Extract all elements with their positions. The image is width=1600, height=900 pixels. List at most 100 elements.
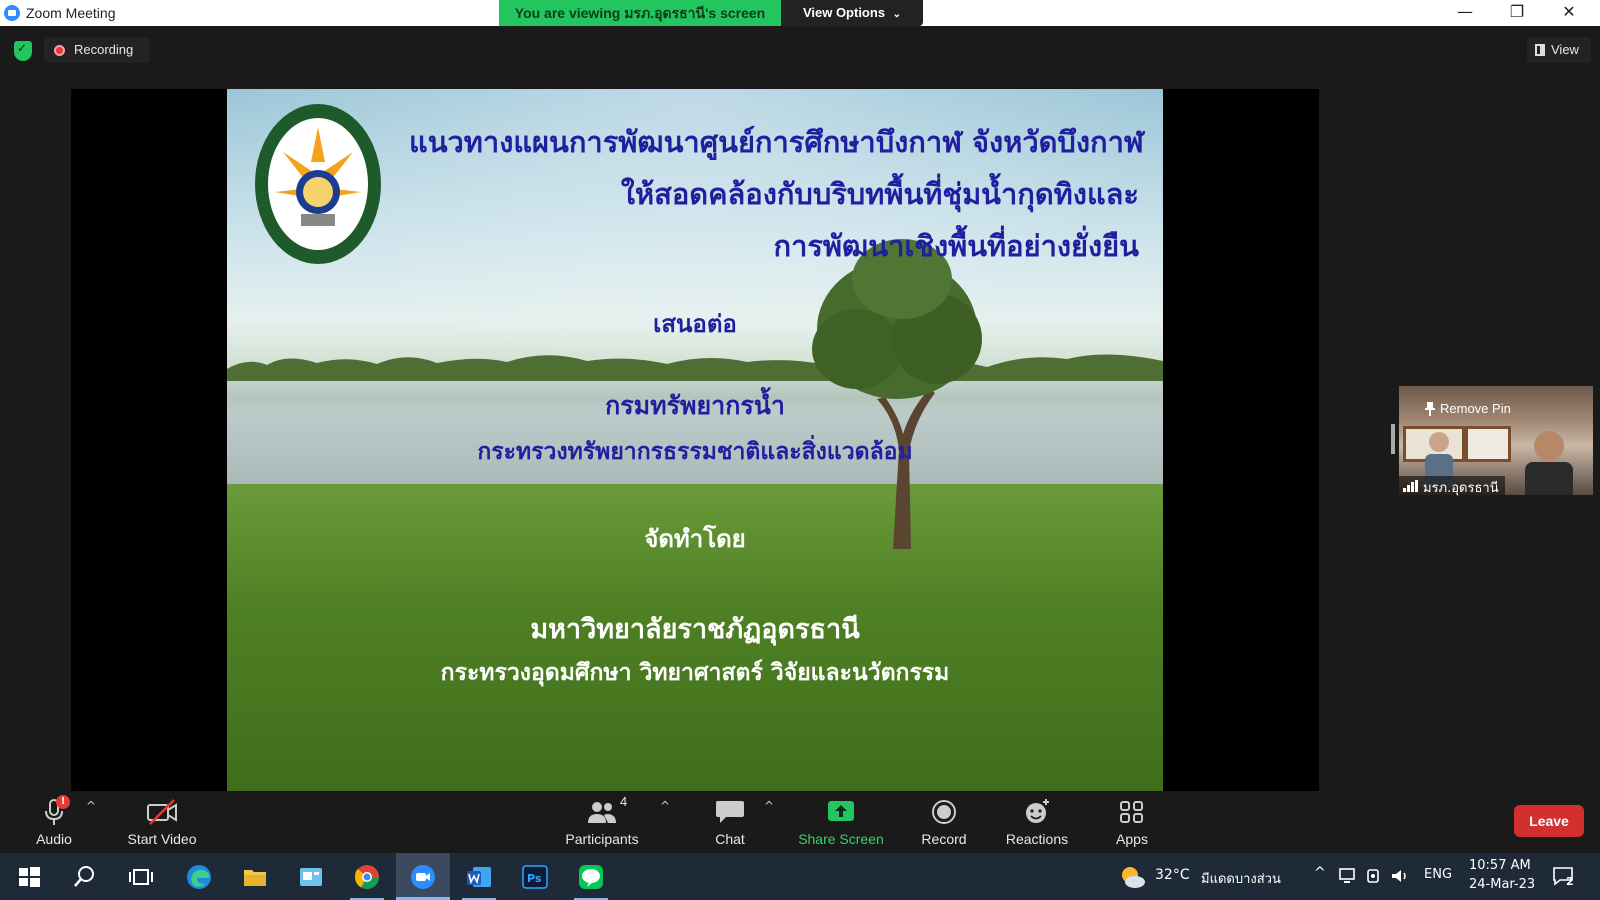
slide-ministry-environment: กระทรวงทรัพยากรธรรมชาติและสิ่งแวดล้อม [477,438,913,465]
title-bar: Zoom Meeting You are viewing มรภ.อุดรธาน… [0,0,1600,26]
notification-count: 2 [1566,875,1574,888]
view-label: View [1551,42,1579,57]
apps-label: Apps [1116,831,1148,847]
network-icon[interactable] [1338,867,1358,885]
slide-prepared-by: จัดทำโดย [644,524,746,553]
input-language[interactable]: ENG [1424,867,1452,882]
chevron-down-icon: ⌄ [892,9,902,20]
slide-university: มหาวิทยาลัยราชภัฏอุดรธานี [530,614,860,645]
taskbar-chrome[interactable] [340,853,394,900]
slide-title-line-3: การพัฒนาเชิงพื้นที่อย่างยั่งยืน [773,229,1139,263]
view-options-label: View Options [802,5,886,20]
remove-pin-button[interactable]: Remove Pin [1440,400,1511,418]
participant-name-bar: มรภ.อุดรธานี [1399,476,1505,496]
recording-dot-icon [54,45,65,56]
word-icon [467,867,491,887]
volume-icon[interactable] [1390,867,1410,885]
record-icon [932,800,956,824]
zoom-icon [411,865,435,889]
reactions-icon [1026,799,1049,823]
start-video-label: Start Video [127,831,197,847]
slide-title-line-1: แนวทางแผนการพัฒนาศูนย์การศึกษาบึงกาฬ จัง… [409,125,1144,159]
chat-options-caret[interactable]: ^ [764,799,774,813]
weather-condition: มีแดดบางส่วน [1201,872,1281,887]
apps-icon [1120,801,1143,823]
slide-title-line-2: ให้สอดคล้องกับบริบทพื้นที่ชุ่มน้ำกุดทิงแ… [620,177,1139,211]
tile-background-window [1465,426,1511,462]
search-button[interactable] [58,853,112,900]
svg-text:Ps: Ps [527,872,542,885]
recording-indicator[interactable]: Recording [44,37,150,63]
weather-partly-sunny-icon[interactable] [1118,864,1146,890]
chat-label: Chat [715,831,745,847]
audio-button[interactable]: ! Audio [24,791,84,853]
reactions-label: Reactions [1005,831,1069,847]
meet-now-icon[interactable] [1366,867,1382,885]
share-screen-button[interactable]: Share Screen [796,791,886,853]
view-button[interactable]: View [1527,37,1591,63]
clock-date[interactable]: 24-Mar-23 [1469,877,1535,892]
taskbar-mail[interactable] [284,853,338,900]
task-view-icon [129,869,153,885]
taskbar-photoshop[interactable]: Ps [508,853,562,900]
video-off-icon [147,799,177,825]
apps-button[interactable]: Apps [1104,791,1160,853]
weather-temperature: 32°C [1155,867,1190,883]
audio-options-caret[interactable]: ^ [86,799,96,813]
start-video-button[interactable]: Start Video [122,791,202,853]
tile-person-silhouette [1525,431,1573,495]
treeline-background [227,354,1163,381]
view-layout-icon [1535,44,1545,56]
university-seal-icon [255,104,381,264]
audio-label: Audio [36,831,72,847]
start-button[interactable] [2,853,56,900]
clock-time[interactable]: 10:57 AM [1469,858,1531,873]
participants-options-caret[interactable]: ^ [660,799,670,813]
app-window-icon [300,868,322,886]
shared-screen-area: แนวทางแผนการพัฒนาศูนย์การศึกษาบึงกาฬ จัง… [71,89,1319,791]
participant-name: มรภ.อุดรธานี [1423,481,1499,496]
taskbar-file-explorer[interactable] [228,853,282,900]
slide-department: กรมทรัพยากรน้ำ [605,391,785,420]
windows-logo-icon [19,867,40,887]
leave-button[interactable]: Leave [1514,805,1584,837]
task-view-button[interactable] [114,853,168,900]
record-label: Record [921,831,967,847]
pin-icon [1425,402,1435,416]
slide-ministry-education: กระทรวงอุดมศึกษา วิทยาศาสตร์ วิจัยและนวั… [440,659,950,686]
line-app-icon [579,865,603,889]
zoom-logo-icon [4,5,20,21]
signal-strength-icon [1403,480,1418,492]
participants-count: 4 [620,794,628,809]
chat-icon [716,801,744,823]
taskbar-edge[interactable] [172,853,226,900]
meeting-toolbar: ! Audio ^ Start Video 4 Participants ^ C… [0,791,1600,853]
reactions-button[interactable]: Reactions [1002,791,1072,853]
share-screen-icon [828,801,854,821]
slide-presented-to: เสนอต่อ [653,309,737,338]
audio-warning-badge: ! [56,795,70,809]
participants-button[interactable]: 4 Participants [560,791,644,853]
tray-overflow-chevron[interactable]: ^ [1314,865,1326,881]
window-title: Zoom Meeting [26,5,116,21]
participants-icon [588,802,616,823]
record-button[interactable]: Record [914,791,974,853]
share-screen-label: Share Screen [798,831,884,847]
encryption-shield-icon[interactable] [14,41,32,61]
tile-drag-handle[interactable] [1391,424,1395,454]
share-banner: You are viewing มรภ.อุดรธานี's screen [499,0,781,26]
taskbar-line[interactable] [564,853,618,900]
taskbar-word[interactable] [452,853,506,900]
view-options-button[interactable]: View Options ⌄ [781,0,923,26]
close-button[interactable]: ✕ [1546,0,1592,26]
windows-taskbar: Ps 32°C มีแดดบางส่วน ^ ENG 10:57 AM 24-M… [0,853,1600,900]
restore-button[interactable]: ❐ [1494,0,1540,26]
minimize-button[interactable]: — [1442,0,1488,26]
participants-label: Participants [565,831,639,847]
photoshop-icon: Ps [522,865,548,889]
presentation-slide: แนวทางแผนการพัฒนาศูนย์การศึกษาบึงกาฬ จัง… [227,89,1163,791]
search-icon [74,866,94,887]
chrome-icon [355,865,379,890]
taskbar-zoom[interactable] [396,853,450,900]
chat-button[interactable]: Chat [700,791,760,853]
